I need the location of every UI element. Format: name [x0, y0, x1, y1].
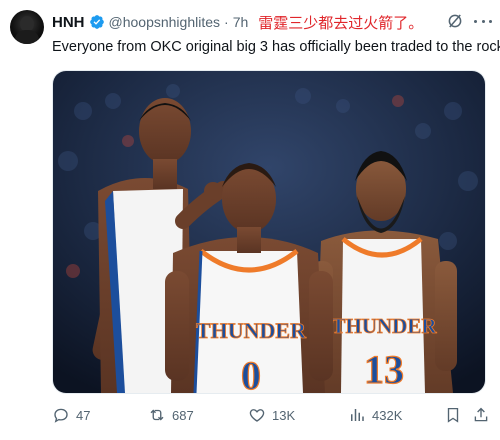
timestamp[interactable]: 7h: [233, 14, 249, 30]
views-icon: [351, 409, 364, 421]
verified-badge-icon: [89, 15, 104, 29]
more-icon[interactable]: [474, 14, 492, 28]
repost-button[interactable]: 687: [148, 406, 194, 424]
reply-icon: [54, 408, 68, 423]
like-button[interactable]: 13K: [248, 406, 295, 424]
repost-count: 687: [172, 407, 194, 423]
author-name[interactable]: HNH: [52, 14, 85, 31]
share-button[interactable]: [472, 406, 490, 424]
repost-icon: [150, 409, 164, 421]
like-count: 13K: [272, 407, 296, 423]
jersey-text-left: THUNDER: [196, 318, 307, 343]
views-button[interactable]: 432K: [348, 406, 402, 424]
share-icon: [474, 407, 488, 422]
action-bar: 47 687 13K 432K: [52, 404, 492, 428]
jersey-number-right: 13: [364, 347, 404, 392]
bookmark-icon: [447, 407, 459, 423]
views-count: 432K: [372, 407, 403, 423]
separator: ·: [224, 14, 229, 30]
reply-count: 47: [76, 407, 91, 423]
photo-illustration: THUNDER 13 THUNDER 0: [53, 71, 485, 393]
heart-icon: [249, 409, 265, 422]
bookmark-button[interactable]: [444, 406, 462, 424]
jersey-text-right: THUNDER: [331, 314, 437, 338]
author-handle[interactable]: @hoopsnhighlites: [109, 14, 221, 30]
avatar[interactable]: [10, 10, 44, 44]
grok-icon[interactable]: [446, 12, 464, 30]
tweet: HNH @hoopsnhighlites · 7h 雷霆三少都去过火箭了。 Ev…: [0, 0, 500, 440]
tweet-header: HNH @hoopsnhighlites · 7h 雷霆三少都去过火箭了。: [52, 12, 423, 32]
tweet-photo[interactable]: THUNDER 13 THUNDER 0: [52, 70, 486, 394]
reply-button[interactable]: 47: [52, 406, 90, 424]
annotation-text: 雷霆三少都去过火箭了。: [258, 14, 424, 32]
jersey-number-left: 0: [241, 353, 261, 393]
tweet-text: Everyone from OKC original big 3 has off…: [52, 39, 500, 55]
